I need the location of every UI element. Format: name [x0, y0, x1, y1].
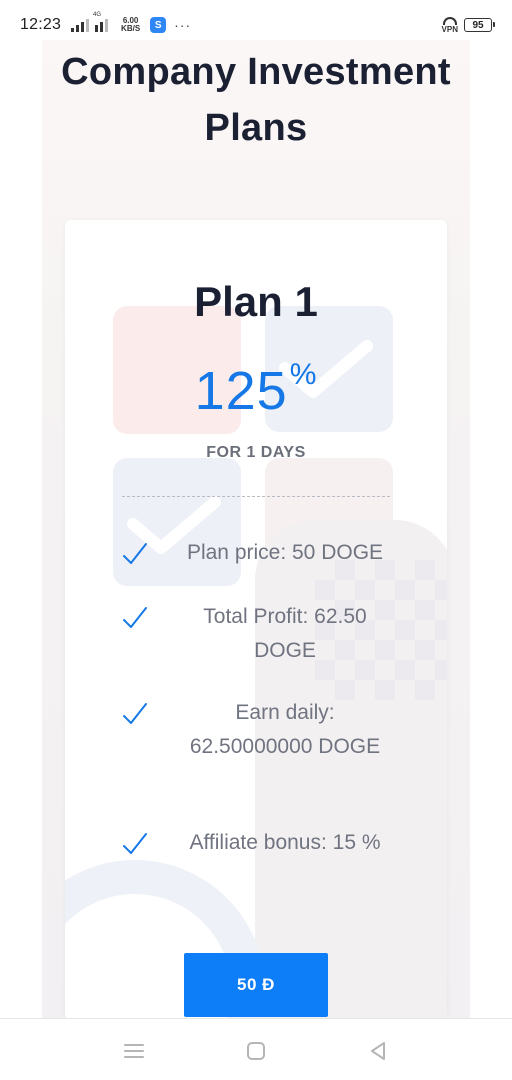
check-icon: [121, 540, 149, 568]
feature-text: Earn daily: 62.50000000 DOGE: [189, 701, 381, 758]
home-square-icon[interactable]: [244, 1039, 268, 1063]
plan-title: Plan 1: [194, 278, 318, 325]
signal-tiny-label: 4G: [93, 12, 102, 18]
check-icon: [121, 604, 149, 632]
signal-icon: [71, 18, 90, 32]
feature-text: Affiliate bonus: 15 %: [189, 831, 381, 854]
signal-4g-icon: 4G: [93, 12, 113, 32]
check-icon: [121, 830, 149, 858]
plan-rate-value: 125: [194, 361, 288, 421]
app-notification-icon: S: [150, 17, 167, 33]
plan-card: Plan 1 125% FOR 1 DAYS Plan price: 50 DO…: [65, 220, 447, 1020]
page-title: Company Investment Plans: [61, 51, 451, 149]
divider: [122, 496, 390, 497]
vpn-icon: VPN: [441, 16, 458, 34]
invest-plan-button[interactable]: 50 Ð: [184, 953, 328, 1017]
check-icon: [121, 700, 149, 728]
plan-rate: 125%: [65, 358, 447, 422]
back-triangle-icon[interactable]: [366, 1039, 390, 1063]
plan-duration: FOR 1 DAYS: [206, 444, 306, 461]
feature-text: Total Profit: 62.50 DOGE: [203, 605, 367, 662]
network-speed: 6.00 KB/S: [121, 17, 140, 33]
menu-icon[interactable]: [122, 1039, 146, 1063]
battery-icon: 95: [464, 18, 495, 32]
vpn-label: VPN: [441, 24, 458, 34]
more-notifications-icon: ···: [174, 17, 192, 33]
plan-rate-unit: %: [289, 358, 318, 391]
network-speed-unit: KB/S: [121, 24, 141, 33]
status-left: 12:23 4G 6.00 KB/S S ···: [20, 12, 192, 34]
status-right: VPN 95: [441, 16, 495, 34]
navigation-bar: [0, 1018, 512, 1080]
feature-text: Plan price: 50 DOGE: [186, 541, 384, 564]
wifi-arc-icon: [442, 16, 457, 25]
status-time: 12:23: [20, 16, 62, 33]
